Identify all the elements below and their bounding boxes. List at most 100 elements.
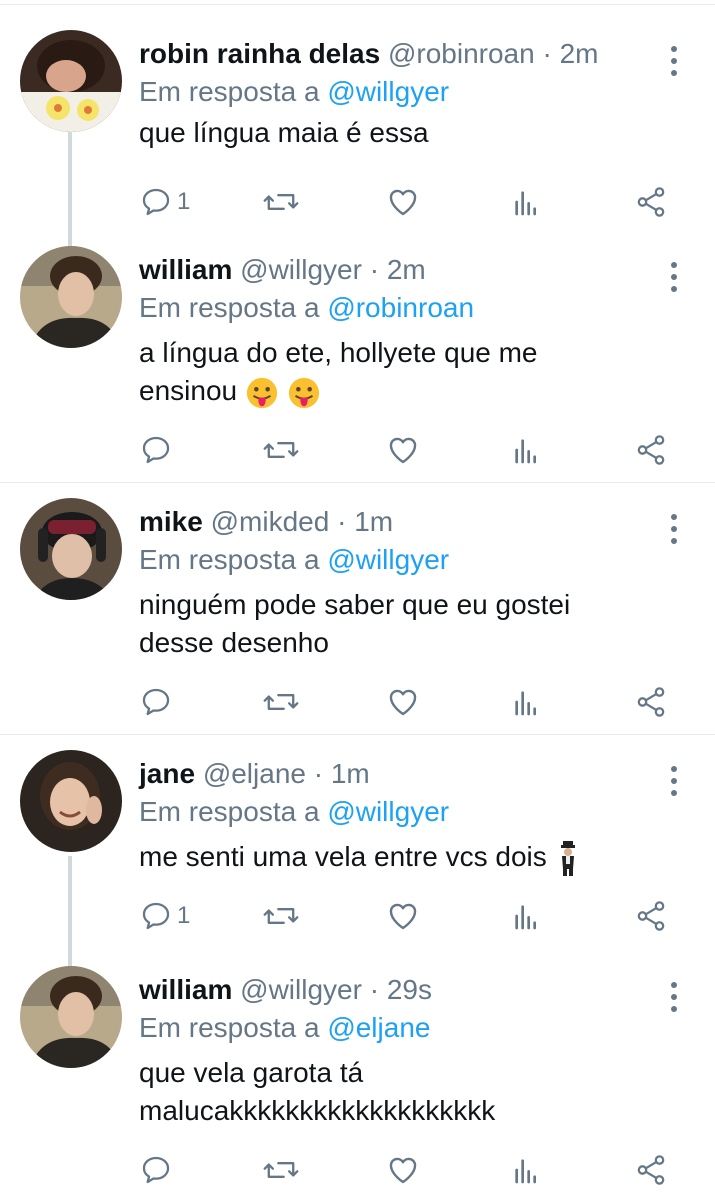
- tweet-text-line: desse desenho: [139, 627, 329, 658]
- share-icon: [637, 435, 665, 465]
- tweet-divider: [0, 734, 715, 735]
- tweet-text-line: ensinou: [139, 375, 238, 406]
- reply-context: Em resposta a @willgyer: [139, 74, 449, 110]
- author-name[interactable]: robin rainha delas: [139, 38, 380, 69]
- analytics-button[interactable]: [510, 680, 542, 724]
- retweet-icon: [263, 442, 299, 458]
- analytics-button[interactable]: [510, 428, 542, 472]
- author-name[interactable]: jane: [139, 758, 195, 789]
- tweet-mikded[interactable]: mike @mikded · 1m Em resposta a @willgye…: [0, 498, 715, 728]
- reply-prefix: Em resposta a: [139, 292, 328, 323]
- retweet-button[interactable]: [262, 1148, 300, 1192]
- retweet-icon: [263, 1162, 299, 1178]
- reply-prefix: Em resposta a: [139, 1012, 328, 1043]
- tweet-willgyer-1[interactable]: william @willgyer · 2m Em resposta a @ro…: [0, 246, 715, 476]
- analytics-button[interactable]: [510, 1148, 542, 1192]
- author-handle[interactable]: @willgyer: [240, 974, 362, 1005]
- reply-mention[interactable]: @willgyer: [327, 76, 449, 107]
- share-button[interactable]: [634, 180, 668, 224]
- author-name[interactable]: william: [139, 974, 232, 1005]
- author-name[interactable]: mike: [139, 506, 203, 537]
- retweet-button[interactable]: [262, 680, 300, 724]
- reply-mention[interactable]: @willgyer: [327, 796, 449, 827]
- reply-button[interactable]: 1: [139, 894, 190, 938]
- tweet-text-line: malucakkkkkkkkkkkkkkkkkkk: [139, 1095, 496, 1126]
- reply-count: 1: [177, 188, 191, 215]
- share-button[interactable]: [634, 1148, 668, 1192]
- like-button[interactable]: [386, 428, 420, 472]
- avatar-willgyer[interactable]: [20, 966, 122, 1068]
- share-button[interactable]: [634, 680, 668, 724]
- analytics-icon: [515, 691, 536, 716]
- tweet-willgyer-2[interactable]: william @willgyer · 29s Em resposta a @e…: [0, 966, 715, 1200]
- analytics-button[interactable]: [510, 894, 542, 938]
- share-icon: [637, 187, 665, 217]
- like-button[interactable]: [386, 1148, 420, 1192]
- tweet-actions: [0, 1148, 715, 1192]
- comment-icon: [142, 688, 170, 716]
- like-button[interactable]: [386, 894, 420, 938]
- reply-count: 1: [177, 902, 191, 929]
- timestamp[interactable]: 29s: [387, 974, 432, 1005]
- more-vertical-icon[interactable]: [662, 44, 686, 78]
- retweet-button[interactable]: [262, 428, 300, 472]
- tweet-robinroan[interactable]: robin rainha delas @robinroan · 2m Em re…: [0, 30, 715, 230]
- author-name[interactable]: william: [139, 254, 232, 285]
- comment-icon: [142, 1156, 170, 1184]
- tweet-text-line: me senti uma vela entre vcs dois: [139, 841, 547, 872]
- timestamp[interactable]: 1m: [331, 758, 370, 789]
- timestamp[interactable]: 1m: [354, 506, 393, 537]
- tweet-text-line-with-emoji: ensinou: [139, 372, 679, 410]
- heart-icon: [389, 903, 417, 930]
- tweet-actions: 1: [0, 180, 715, 224]
- comment-icon: [142, 902, 170, 930]
- analytics-icon: [515, 191, 536, 216]
- tweet-actions: [0, 428, 715, 472]
- reply-context: Em resposta a @eljane: [139, 1010, 430, 1046]
- tweet-text-line: ninguém pode saber que eu gostei: [139, 589, 571, 620]
- timestamp[interactable]: 2m: [560, 38, 599, 69]
- avatar-mikded[interactable]: [20, 498, 122, 600]
- reply-context: Em resposta a @willgyer: [139, 542, 449, 578]
- more-vertical-icon[interactable]: [662, 764, 686, 798]
- share-icon: [637, 1155, 665, 1185]
- reply-button[interactable]: [139, 680, 173, 724]
- author-handle[interactable]: @robinroan: [388, 38, 535, 69]
- reply-mention[interactable]: @robinroan: [327, 292, 474, 323]
- tweet-text: me senti uma vela entre vcs dois: [139, 838, 679, 877]
- more-vertical-icon[interactable]: [662, 980, 686, 1014]
- separator-dot: ·: [369, 974, 380, 1005]
- more-vertical-icon[interactable]: [662, 260, 686, 294]
- author-handle[interactable]: @mikded: [211, 506, 330, 537]
- reply-prefix: Em resposta a: [139, 76, 328, 107]
- separator-dot: ·: [337, 506, 347, 537]
- timestamp[interactable]: 2m: [387, 254, 426, 285]
- heart-icon: [389, 437, 417, 464]
- avatar-robinroan[interactable]: [20, 30, 122, 132]
- author-handle[interactable]: @willgyer: [240, 254, 362, 285]
- tweet-text: ninguém pode saber que eu gostei desse d…: [139, 586, 679, 662]
- retweet-button[interactable]: [262, 180, 300, 224]
- analytics-button[interactable]: [510, 180, 542, 224]
- share-button[interactable]: [634, 894, 668, 938]
- avatar-eljane[interactable]: [20, 750, 122, 852]
- reply-button[interactable]: 1: [139, 180, 190, 224]
- reply-mention[interactable]: @willgyer: [327, 544, 449, 575]
- reply-button[interactable]: [139, 428, 173, 472]
- tweet-text: que língua maia é essa: [139, 117, 429, 148]
- tweet-header: william @willgyer · 2m: [139, 252, 426, 288]
- retweet-icon: [263, 694, 299, 710]
- tweet-eljane[interactable]: jane @eljane · 1m Em resposta a @willgye…: [0, 750, 715, 950]
- share-button[interactable]: [634, 428, 668, 472]
- reply-button[interactable]: [139, 1148, 173, 1192]
- heart-icon: [389, 189, 417, 216]
- tweet-actions: [0, 680, 715, 724]
- retweet-button[interactable]: [262, 894, 300, 938]
- like-button[interactable]: [386, 680, 420, 724]
- like-button[interactable]: [386, 180, 420, 224]
- more-vertical-icon[interactable]: [662, 512, 686, 546]
- avatar-willgyer[interactable]: [20, 246, 122, 348]
- author-handle[interactable]: @eljane: [203, 758, 306, 789]
- reply-mention[interactable]: @eljane: [327, 1012, 430, 1043]
- separator-dot: ·: [313, 758, 324, 789]
